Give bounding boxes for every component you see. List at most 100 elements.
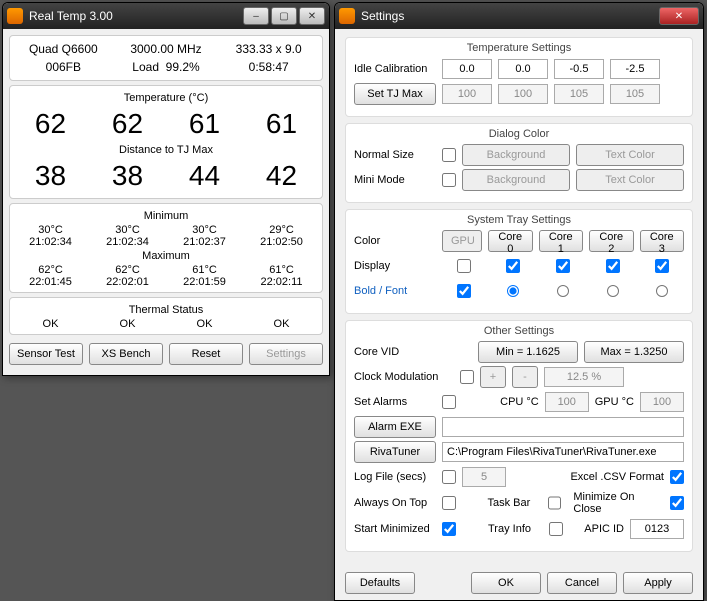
sensor-test-button[interactable]: Sensor Test — [9, 343, 83, 365]
apic-input[interactable] — [630, 519, 684, 539]
alarm-exe-button[interactable]: Alarm EXE — [354, 416, 436, 438]
core3-button[interactable]: Core 3 — [640, 230, 685, 252]
dialog-color-title: Dialog Color — [354, 128, 684, 140]
mini-mode-checkbox[interactable] — [442, 173, 456, 187]
minimize-button[interactable]: – — [243, 7, 269, 25]
dist-core1: 38 — [89, 160, 166, 192]
cpu-clock: 3000.00 MHz — [115, 42, 218, 56]
log-checkbox[interactable] — [442, 470, 456, 484]
font-radio-3[interactable] — [656, 285, 668, 297]
minclose-checkbox[interactable] — [670, 496, 684, 510]
gpu-color-button: GPU — [442, 230, 482, 252]
settings-button: Settings — [249, 343, 323, 365]
display-gpu-checkbox[interactable] — [457, 259, 471, 273]
trayinfo-label: Tray Info — [488, 523, 543, 535]
thermal1: OK — [89, 318, 166, 330]
aot-checkbox[interactable] — [442, 496, 456, 510]
max-time0: 22:01:45 — [12, 276, 89, 288]
dist-core0: 38 — [12, 160, 89, 192]
font-radio-2[interactable] — [607, 285, 619, 297]
display-core3-checkbox[interactable] — [655, 259, 669, 273]
display-core1-checkbox[interactable] — [556, 259, 570, 273]
clockmod-checkbox[interactable] — [460, 370, 474, 384]
apply-button[interactable]: Apply — [623, 572, 693, 594]
temp-core1: 62 — [89, 108, 166, 140]
dist-label: Distance to TJ Max — [12, 142, 320, 158]
rivatuner-path[interactable] — [442, 442, 684, 462]
minclose-label: Minimize On Close — [573, 491, 664, 515]
settings-icon — [339, 8, 355, 24]
apic-label: APIC ID — [584, 523, 624, 535]
app-icon — [7, 8, 23, 24]
thermal-label: Thermal Status — [12, 302, 320, 318]
settings-titlebar[interactable]: Settings ✕ — [335, 3, 703, 29]
csv-checkbox[interactable] — [670, 470, 684, 484]
idle-cal-0[interactable] — [442, 59, 492, 79]
min-t3: 29°C — [243, 224, 320, 236]
thermal2: OK — [166, 318, 243, 330]
defaults-button[interactable]: Defaults — [345, 572, 415, 594]
display-core0-checkbox[interactable] — [506, 259, 520, 273]
tray-color-label: Color — [354, 235, 436, 247]
min-time0: 21:02:34 — [12, 236, 89, 248]
bold-checkbox[interactable] — [457, 284, 471, 298]
normal-size-label: Normal Size — [354, 149, 436, 161]
main-title: Real Temp 3.00 — [29, 9, 241, 23]
temp-core3: 61 — [243, 108, 320, 140]
max-time3: 22:02:11 — [243, 276, 320, 288]
cpu-ratio: 333.33 x 9.0 — [217, 42, 320, 56]
close-button[interactable]: ✕ — [299, 7, 325, 25]
close-button[interactable]: ✕ — [659, 7, 699, 25]
cancel-button[interactable]: Cancel — [547, 572, 617, 594]
normal-bg-button: Background — [462, 144, 570, 166]
gpu-deg-label: GPU °C — [595, 396, 634, 408]
max-t2: 61°C — [166, 264, 243, 276]
aot-label: Always On Top — [354, 497, 436, 509]
ok-button[interactable]: OK — [471, 572, 541, 594]
idle-cal-1[interactable] — [498, 59, 548, 79]
main-titlebar[interactable]: Real Temp 3.00 – ▢ ✕ — [3, 3, 329, 29]
clockmod-value — [544, 367, 624, 387]
thermal3: OK — [243, 318, 320, 330]
display-core2-checkbox[interactable] — [606, 259, 620, 273]
clockmod-label: Clock Modulation — [354, 371, 454, 383]
tray-display-label: Display — [354, 260, 436, 272]
dist-core3: 42 — [243, 160, 320, 192]
corevid-label: Core VID — [354, 346, 436, 358]
min-time3: 21:02:50 — [243, 236, 320, 248]
idle-cal-label: Idle Calibration — [354, 63, 436, 75]
startmin-checkbox[interactable] — [442, 522, 456, 536]
log-secs-input — [462, 467, 506, 487]
min-t1: 30°C — [89, 224, 166, 236]
mini-bg-button: Background — [462, 169, 570, 191]
core0-button[interactable]: Core 0 — [488, 230, 533, 252]
maximize-button[interactable]: ▢ — [271, 7, 297, 25]
taskbar-checkbox[interactable] — [548, 496, 562, 510]
vid-max-button[interactable]: Max = 1.3250 — [584, 341, 684, 363]
trayinfo-checkbox[interactable] — [549, 522, 563, 536]
uptime: 0:58:47 — [217, 60, 320, 74]
vid-min-button[interactable]: Min = 1.1625 — [478, 341, 578, 363]
max-time1: 22:02:01 — [89, 276, 166, 288]
rivatuner-button[interactable]: RivaTuner — [354, 441, 436, 463]
font-radio-0[interactable] — [507, 285, 519, 297]
core1-button[interactable]: Core 1 — [539, 230, 584, 252]
set-tjmax-button[interactable]: Set TJ Max — [354, 83, 436, 105]
tjmax-3 — [610, 84, 660, 104]
xs-bench-button[interactable]: XS Bench — [89, 343, 163, 365]
cpu-deg-label: CPU °C — [500, 396, 539, 408]
font-radio-1[interactable] — [557, 285, 569, 297]
bold-font-link[interactable]: Bold / Font — [354, 285, 436, 297]
tjmax-0 — [442, 84, 492, 104]
core2-button[interactable]: Core 2 — [589, 230, 634, 252]
normal-size-checkbox[interactable] — [442, 148, 456, 162]
min-label: Minimum — [12, 208, 320, 224]
load: Load 99.2% — [115, 60, 218, 74]
alarms-checkbox[interactable] — [442, 395, 456, 409]
idle-cal-2[interactable] — [554, 59, 604, 79]
tray-title: System Tray Settings — [354, 214, 684, 226]
idle-cal-3[interactable] — [610, 59, 660, 79]
thermal0: OK — [12, 318, 89, 330]
tjmax-1 — [498, 84, 548, 104]
reset-button[interactable]: Reset — [169, 343, 243, 365]
